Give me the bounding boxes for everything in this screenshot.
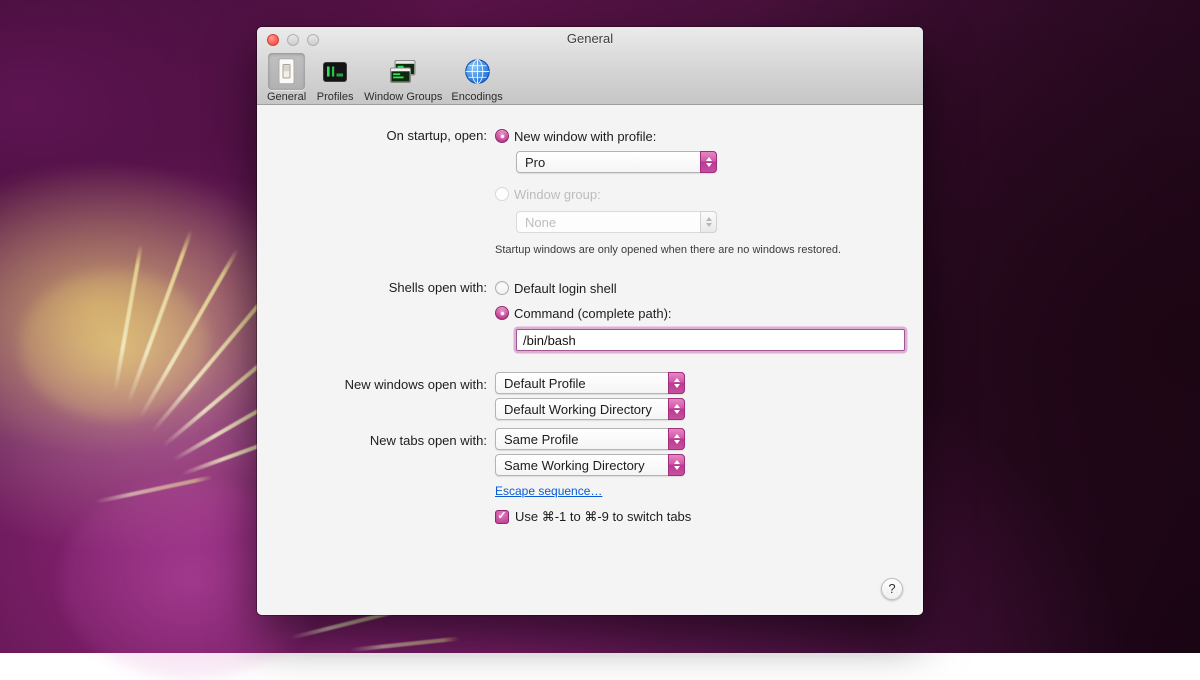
startup-profile-popup[interactable]: Pro [516,151,717,173]
startup-section: On startup, open: New window with profil… [257,127,923,256]
radio-label: Command (complete path): [514,306,672,321]
terminal-preferences-window: General General [257,27,923,615]
window-chrome: General General [257,27,923,105]
radio-unselected-icon[interactable] [495,281,509,295]
popup-value: Same Profile [504,432,578,447]
radio-new-window-with-profile[interactable]: New window with profile: [495,127,923,145]
tab-label: Encodings [451,91,502,103]
popup-stepper-icon[interactable] [668,372,685,394]
general-pane: On startup, open: New window with profil… [257,105,923,615]
popup-stepper-icon [700,211,717,233]
tab-encodings[interactable]: Encodings [451,53,502,103]
popup-value: None [525,215,556,230]
popup-value: Same Working Directory [504,458,645,473]
startup-label: On startup, open: [257,127,487,256]
command-path-field[interactable] [516,329,905,351]
new-tabs-profile-popup[interactable]: Same Profile [495,428,685,450]
terminal-profile-icon [322,59,348,85]
radio-command-complete-path[interactable]: Command (complete path): [495,304,923,322]
popup-stepper-icon[interactable] [668,398,685,420]
radio-label: Window group: [514,187,601,202]
checkbox-checked-icon[interactable] [495,510,509,524]
switch-tabs-checkbox-row[interactable]: Use ⌘-1 to ⌘-9 to switch tabs [495,509,923,525]
radio-label: New window with profile: [514,129,656,144]
desktop-background: General General [0,0,1200,653]
tab-label: Window Groups [364,91,442,103]
checkbox-label: Use ⌘-1 to ⌘-9 to switch tabs [515,509,691,525]
stamen-line [350,637,460,652]
radio-window-group[interactable]: Window group: [495,185,923,203]
tab-label: General [267,91,306,103]
tab-label: Profiles [317,91,354,103]
popup-stepper-icon[interactable] [700,151,717,173]
preferences-toolbar: General Profiles [257,52,923,104]
new-windows-directory-popup[interactable]: Default Working Directory [495,398,685,420]
popup-value: Default Working Directory [504,402,652,417]
new-tabs-section: New tabs open with: Same Profile Same Wo… [257,428,923,525]
radio-selected-icon[interactable] [495,306,509,320]
window-titlebar[interactable]: General [257,27,923,52]
popup-value: Pro [525,155,545,170]
tab-profiles[interactable]: Profiles [315,53,355,103]
shells-label: Shells open with: [257,279,487,351]
help-button[interactable]: ? [881,578,903,600]
new-tabs-directory-popup[interactable]: Same Working Directory [495,454,685,476]
shells-section: Shells open with: Default login shell Co… [257,279,923,351]
light-switch-icon [275,58,298,85]
radio-label: Default login shell [514,281,617,296]
popup-stepper-icon[interactable] [668,454,685,476]
globe-icon [464,58,491,85]
new-tabs-label: New tabs open with: [257,428,487,525]
tab-general[interactable]: General [267,53,306,103]
popup-stepper-icon[interactable] [668,428,685,450]
new-windows-profile-popup[interactable]: Default Profile [495,372,685,394]
startup-window-group-popup[interactable]: None [516,211,717,233]
new-windows-section: New windows open with: Default Profile D… [257,372,923,420]
radio-unselected-icon[interactable] [495,187,509,201]
startup-note: Startup windows are only opened when the… [495,244,923,256]
window-title: General [257,31,923,46]
escape-sequence-link[interactable]: Escape sequence… [495,484,602,498]
popup-value: Default Profile [504,376,586,391]
new-windows-label: New windows open with: [257,372,487,420]
window-groups-icon [388,59,418,85]
tab-window-groups[interactable]: Window Groups [364,53,442,103]
radio-selected-icon[interactable] [495,129,509,143]
radio-default-login-shell[interactable]: Default login shell [495,279,923,297]
